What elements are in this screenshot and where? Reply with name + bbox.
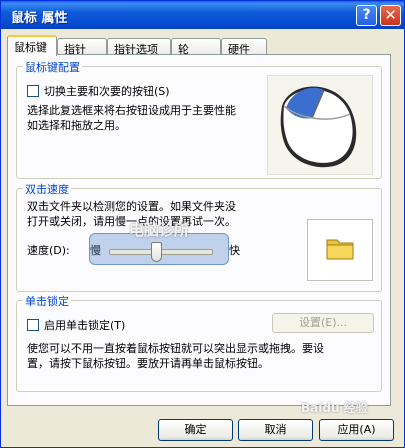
apply-button[interactable]: 应用(A) <box>319 419 394 441</box>
help-button[interactable]: ? <box>356 5 377 26</box>
speed-slider-thumb[interactable] <box>151 242 162 262</box>
click-lock-checkbox[interactable] <box>27 319 39 331</box>
double-click-group: 双击速度 双击文件夹以检测您的设置。如果文件夹没 打开或关闭，请用慢一点的设置再… <box>16 181 382 292</box>
click-lock-label: 启用单击锁定(T) <box>44 319 126 332</box>
tab-wheel[interactable]: 轮 <box>171 38 221 56</box>
click-lock-group: 单击锁定 启用单击锁定(T) 设置(E)... 使您可以不用一直按着鼠标按钮就可… <box>16 293 382 392</box>
tab-pointers[interactable]: 指针 <box>57 38 107 56</box>
switch-buttons-label: 切换主要和次要的按钮(S) <box>44 85 170 98</box>
folder-icon <box>326 239 354 260</box>
ok-button[interactable]: 确定 <box>158 419 233 441</box>
close-button[interactable]: ✕ <box>380 5 401 26</box>
tab-hardware[interactable]: 硬件 <box>221 38 267 56</box>
button-config-desc-line1: 选择此复选框来将右按钮设成用于主要性能 <box>27 104 236 117</box>
speed-label: 速度(D): <box>27 244 70 257</box>
cancel-button[interactable]: 取消 <box>238 419 313 441</box>
watermark-center: 电脑诊所 <box>129 221 190 239</box>
double-click-desc-line1: 双击文件夹以检测您的设置。如果文件夹没 <box>27 200 236 213</box>
tab-panel-buttons: 鼠标键配置 切换主要和次要的按钮(S) 选择此复选框来将右按钮设成用于主要性能 … <box>7 54 391 406</box>
mouse-properties-dialog: 鼠标 属性 ? ✕ 鼠标键 指针 指针选项 轮 硬件 鼠标键配置 切换主要和次要… <box>0 0 405 448</box>
click-lock-desc-line1: 使您可以不用一直按着鼠标按钮就可以突出显示或拖拽。要设 <box>27 342 324 355</box>
switch-buttons-row[interactable]: 切换主要和次要的按钮(S) <box>27 83 170 99</box>
button-config-title: 鼠标键配置 <box>23 59 82 75</box>
click-lock-title: 单击锁定 <box>23 293 71 309</box>
watermark-corner: Baidu 经验 <box>301 401 368 415</box>
click-lock-description: 使您可以不用一直按着鼠标按钮就可以突出显示或拖拽。要设 置，请按下鼠标按钮。要放… <box>27 341 377 371</box>
click-lock-row[interactable]: 启用单击锁定(T) <box>27 317 125 333</box>
mouse-icon <box>280 86 357 168</box>
tab-buttons[interactable]: 鼠标键 <box>7 35 57 56</box>
button-config-desc-line2: 如选择和拖放之用。 <box>27 119 126 132</box>
button-config-group: 鼠标键配置 切换主要和次要的按钮(S) 选择此复选框来将右按钮设成用于主要性能 … <box>16 59 382 179</box>
click-lock-settings-button[interactable]: 设置(E)... <box>272 313 374 333</box>
double-click-speed-slider[interactable] <box>109 242 213 262</box>
click-lock-desc-line2: 置，请按下鼠标按钮。要放开请再单击鼠标按钮。 <box>27 357 269 370</box>
test-folder-area[interactable] <box>307 219 373 281</box>
window-title: 鼠标 属性 <box>11 11 68 26</box>
mouse-illustration <box>267 75 373 175</box>
double-click-title: 双击速度 <box>23 181 71 197</box>
switch-buttons-checkbox[interactable] <box>27 85 39 97</box>
tab-pointer-options[interactable]: 指针选项 <box>107 38 171 56</box>
title-bar[interactable]: 鼠标 属性 ? ✕ <box>1 1 404 29</box>
button-config-description: 选择此复选框来将右按钮设成用于主要性能 如选择和拖放之用。 <box>27 103 267 133</box>
speed-fast-label: 快 <box>229 244 240 257</box>
